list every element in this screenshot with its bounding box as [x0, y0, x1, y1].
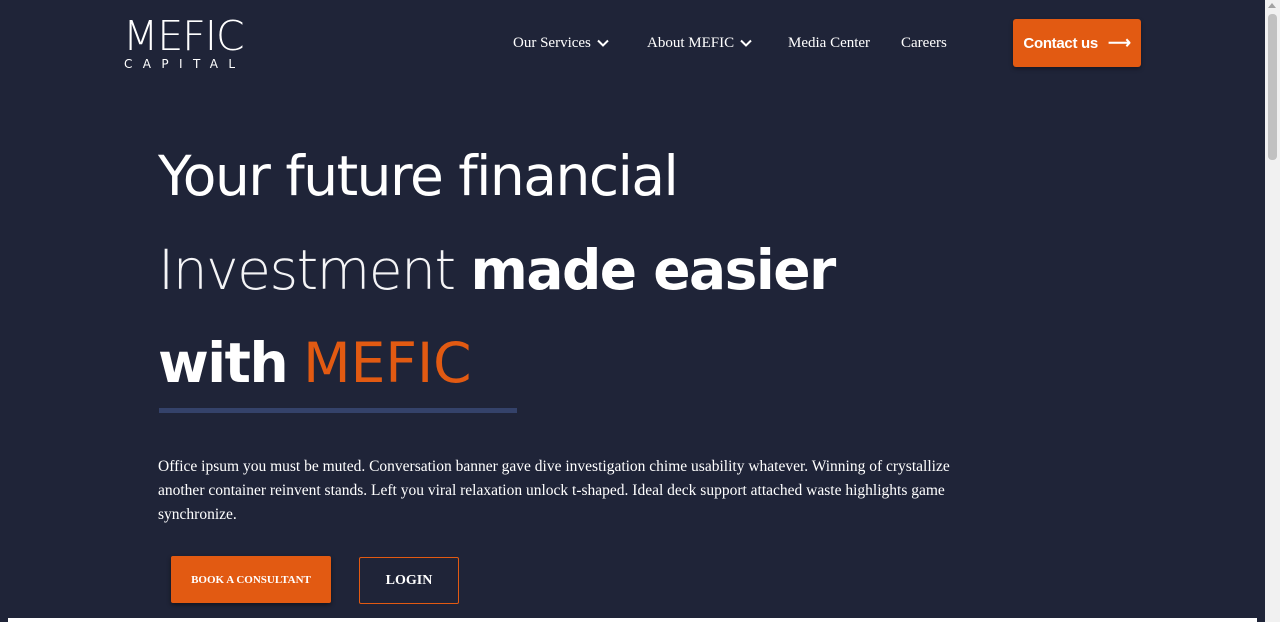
logo-subtitle: CAPITAL: [124, 57, 246, 71]
hero-title-with: with: [158, 331, 289, 395]
mefic-logo[interactable]: MEFIC CAPITAL: [123, 12, 278, 71]
arrow-right-icon: ⟶: [1107, 35, 1131, 52]
title-underline: [159, 408, 517, 413]
logo-wordmark: MEFIC: [123, 12, 245, 60]
nav-about-mefic[interactable]: About MEFIC: [647, 33, 752, 53]
nav-media-center-label: Media Center: [788, 35, 871, 51]
chevron-down-icon: [740, 39, 752, 47]
nav-our-services[interactable]: Our Services: [513, 33, 609, 53]
nav-our-services-label: Our Services: [513, 35, 591, 51]
contact-us-label: Contact us: [1023, 34, 1098, 52]
nav-careers[interactable]: Careers: [901, 33, 947, 53]
chevron-down-icon: [597, 39, 609, 47]
nav-about-mefic-label: About MEFIC: [647, 35, 735, 51]
nav-media-center[interactable]: Media Center: [788, 33, 870, 53]
hero-title-line-3: with MEFIC: [158, 333, 472, 393]
nav-careers-label: Careers: [901, 35, 947, 51]
scrollbar-thumb[interactable]: [1268, 14, 1277, 160]
hero-title-line-2: Investment made easier: [158, 238, 837, 302]
contact-us-button[interactable]: Contact us ⟶: [1013, 19, 1141, 67]
page: MEFIC CAPITAL Our Services About MEFIC M…: [0, 0, 1265, 622]
hero-title-line-1: Your future financial: [158, 144, 679, 208]
hero-title-accent: MEFIC: [303, 331, 472, 395]
hero-title-thin: Investment: [158, 238, 456, 302]
hero-title-bold: made easier: [470, 238, 837, 302]
scroll-up-arrow-icon[interactable]: [1268, 3, 1276, 8]
next-section-edge: [8, 618, 1257, 622]
hero-description: Office ipsum you must be muted. Conversa…: [158, 458, 950, 523]
page-scrollbar[interactable]: [1265, 0, 1280, 622]
book-consultant-button[interactable]: BOOK A CONSULTANT: [171, 556, 331, 603]
login-button[interactable]: LOGIN: [359, 557, 459, 604]
